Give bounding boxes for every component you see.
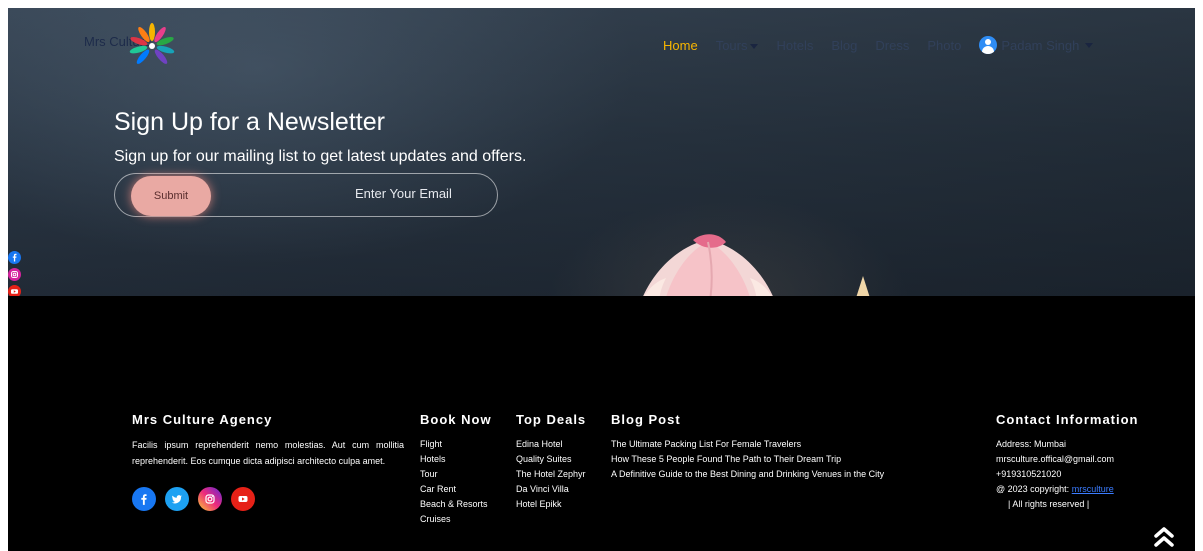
contact-address: Address: Mumbai bbox=[996, 439, 1067, 449]
hero-section: Mrs Culture Home Tours Hotels Blog Dress… bbox=[8, 8, 1195, 296]
instagram-icon[interactable] bbox=[198, 487, 222, 511]
copyright-prefix: @ 2023 copyright: bbox=[996, 484, 1070, 494]
page: Mrs Culture Home Tours Hotels Blog Dress… bbox=[8, 8, 1195, 551]
user-avatar-icon bbox=[979, 36, 998, 54]
footer-top-deals: Top Deals Edina Hotel Quality Suites The… bbox=[516, 412, 586, 512]
footer-link[interactable]: Quality Suites bbox=[516, 452, 586, 467]
flower-logo-icon bbox=[129, 23, 175, 64]
footer-link[interactable]: Hotels bbox=[420, 452, 492, 467]
footer-link[interactable]: Beach & Resorts bbox=[420, 497, 492, 512]
copyright-link[interactable]: mrsculture bbox=[1072, 484, 1114, 494]
caret-down-icon bbox=[1085, 42, 1094, 48]
nav-item-blog[interactable]: Blog bbox=[831, 38, 857, 53]
nav-item-photo[interactable]: Photo bbox=[927, 38, 961, 53]
leaf-image bbox=[856, 276, 870, 296]
youtube-icon[interactable] bbox=[231, 487, 255, 511]
nav-item-dress[interactable]: Dress bbox=[875, 38, 909, 53]
footer-about-title: Mrs Culture Agency bbox=[132, 412, 273, 427]
footer-social-row bbox=[132, 487, 404, 511]
twitter-icon[interactable] bbox=[165, 487, 189, 511]
footer-link[interactable]: Flight bbox=[420, 437, 492, 452]
footer-link[interactable]: Car Rent bbox=[420, 482, 492, 497]
nav-item-tours[interactable]: Tours bbox=[716, 38, 759, 53]
lotus-image bbox=[643, 234, 773, 296]
contact-email[interactable]: mrsculture.offical@gmail.com bbox=[996, 452, 1139, 467]
footer-link[interactable]: Da Vinci Villa bbox=[516, 482, 586, 497]
footer-link[interactable]: The Hotel Zephyr bbox=[516, 467, 586, 482]
copyright-line: @ 2023 copyright: mrsculture bbox=[996, 482, 1139, 497]
footer-book-now-title: Book Now bbox=[420, 412, 492, 427]
nav-item-home[interactable]: Home bbox=[663, 38, 698, 53]
footer-link[interactable]: Cruises bbox=[420, 512, 492, 527]
footer-link[interactable]: Tour bbox=[420, 467, 492, 482]
nav-item-hotels[interactable]: Hotels bbox=[776, 38, 813, 53]
footer-about-text: Facilis ipsum reprehenderit nemo molesti… bbox=[132, 440, 404, 466]
newsletter-form: Submit bbox=[114, 173, 498, 217]
footer-contact-title: Contact Information bbox=[996, 412, 1139, 427]
footer-book-now: Book Now Flight Hotels Tour Car Rent Bea… bbox=[420, 412, 492, 527]
brand-logo[interactable]: Mrs Culture bbox=[84, 16, 184, 68]
footer-link[interactable]: A Definitive Guide to the Best Dining an… bbox=[611, 467, 884, 482]
newsletter-subtitle: Sign up for our mailing list to get late… bbox=[114, 148, 527, 165]
user-menu[interactable]: Padam Singh bbox=[979, 36, 1094, 54]
footer-about: Mrs Culture Agency Facilis ipsum reprehe… bbox=[132, 412, 404, 511]
footer-link[interactable]: Edina Hotel bbox=[516, 437, 586, 452]
footer-blog-post-title: Blog Post bbox=[611, 412, 681, 427]
footer-contact: Contact Information Address: Mumbai mrsc… bbox=[996, 412, 1139, 512]
footer: Mrs Culture Agency Facilis ipsum reprehe… bbox=[8, 296, 1195, 551]
footer-link[interactable]: Hotel Epikk bbox=[516, 497, 586, 512]
rights-text: | All rights reserved | bbox=[1008, 499, 1090, 509]
footer-blog-post: Blog Post The Ultimate Packing List For … bbox=[611, 412, 884, 482]
side-social-bar bbox=[8, 251, 21, 302]
footer-link[interactable]: How These 5 People Found The Path to The… bbox=[611, 452, 884, 467]
instagram-icon[interactable] bbox=[8, 268, 21, 281]
double-chevron-up-icon[interactable] bbox=[1153, 526, 1175, 548]
footer-top-deals-title: Top Deals bbox=[516, 412, 587, 427]
caret-down-icon bbox=[750, 43, 759, 49]
contact-phone[interactable]: +919310521020 bbox=[996, 467, 1139, 482]
email-input[interactable] bbox=[355, 186, 495, 201]
footer-link[interactable]: The Ultimate Packing List For Female Tra… bbox=[611, 437, 884, 452]
main-nav: Home Tours Hotels Blog Dress Photo Padam… bbox=[663, 36, 1094, 54]
user-name: Padam Singh bbox=[1001, 37, 1080, 53]
nav-item-tours-label: Tours bbox=[715, 37, 748, 53]
newsletter-title: Sign Up for a Newsletter bbox=[114, 108, 385, 136]
facebook-icon[interactable] bbox=[132, 487, 156, 511]
facebook-icon[interactable] bbox=[8, 251, 21, 264]
submit-button[interactable]: Submit bbox=[131, 176, 211, 216]
